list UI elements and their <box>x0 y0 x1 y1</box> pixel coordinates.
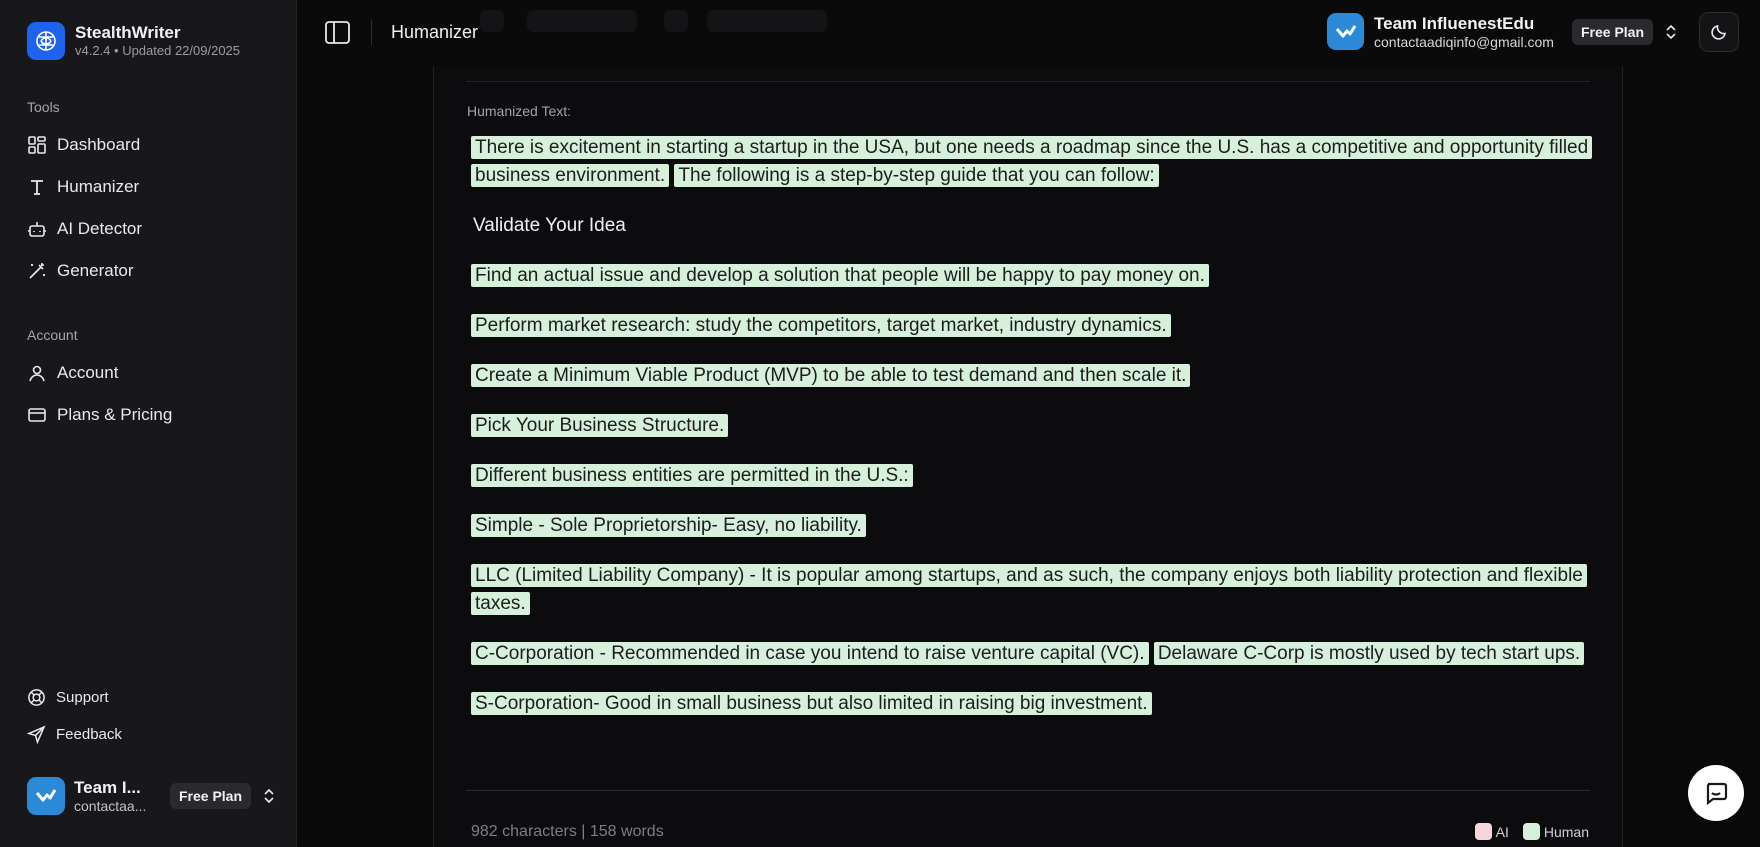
human-highlight-segment: LLC (Limited Liability Company) - It is … <box>471 564 1587 615</box>
faded-icon <box>664 10 688 32</box>
sidebar-user-email: contactaa... <box>74 797 147 814</box>
page-title: Humanizer <box>391 22 479 42</box>
team-avatar <box>1327 13 1364 50</box>
divider <box>466 81 1590 82</box>
sidebar: StealthWriter v4.2.4 • Updated 22/09/202… <box>0 0 297 847</box>
divider <box>466 790 1590 791</box>
text-paragraph: Create a Minimum Viable Product (MVP) to… <box>471 362 1591 390</box>
chat-support-button[interactable] <box>1688 765 1744 821</box>
faded-icon <box>480 10 504 32</box>
moon-icon <box>1711 25 1726 40</box>
legend-label: AI <box>1495 823 1509 840</box>
sidebar-item-label: Account <box>57 363 119 382</box>
human-highlight-segment: Delaware C-Corp is mostly used by tech s… <box>1153 642 1585 665</box>
header-user-email: contactaadiqinfo@gmail.com <box>1374 33 1554 50</box>
chat-icon <box>1706 782 1728 806</box>
header-user-name: Team InfluenestEdu <box>1374 13 1535 33</box>
human-highlight-segment: Create a Minimum Viable Product (MVP) to… <box>471 364 1191 387</box>
human-highlight-segment: Perform market research: study the compe… <box>471 314 1171 337</box>
feedback-link[interactable]: Feedback <box>27 725 122 744</box>
text-paragraph: Find an actual issue and develop a solut… <box>471 262 1591 290</box>
sidebar-item-label: Humanizer <box>57 177 140 196</box>
text-paragraph: S-Corporation- Good in small business bu… <box>471 690 1591 718</box>
text-paragraph: Different business entities are permitte… <box>471 462 1591 490</box>
header-user-switcher[interactable]: Team InfluenestEdu contactaadiqinfo@gmai… <box>1327 13 1679 50</box>
human-highlight-segment: S-Corporation- Good in small business bu… <box>471 692 1152 715</box>
brand[interactable]: StealthWriter v4.2.4 • Updated 22/09/202… <box>27 22 240 60</box>
chevrons-up-down-icon <box>1666 24 1676 39</box>
legend-item-human: Human <box>1522 823 1589 840</box>
text-paragraph: Perform market research: study the compe… <box>471 312 1591 340</box>
app-version: v4.2.4 • Updated 22/09/2025 <box>75 43 241 58</box>
sidebar-item-label: AI Detector <box>57 219 143 238</box>
bot-icon <box>28 222 46 237</box>
sidebar-user-switcher[interactable]: Team I... contactaa... Free Plan <box>27 777 277 815</box>
lifebuoy-icon <box>28 689 45 706</box>
human-highlight-segment: Find an actual issue and develop a solut… <box>471 264 1209 287</box>
send-icon <box>27 725 46 744</box>
user-icon <box>29 365 45 382</box>
sidebar-item-label: Generator <box>57 261 134 280</box>
sidebar-user-name: Team I... <box>74 777 141 797</box>
legend-swatch-ai <box>1474 823 1492 840</box>
human-highlight-segment: C-Corporation - Recommended in case you … <box>471 642 1149 665</box>
app-name: StealthWriter <box>75 23 181 42</box>
support-link[interactable]: Support <box>27 688 109 707</box>
highlight-legend: AI Human <box>1461 823 1589 840</box>
tools-section-label: Tools <box>27 99 60 115</box>
theme-toggle-button[interactable] <box>1699 12 1739 52</box>
support-label: Support <box>56 689 109 706</box>
brand-logo-icon <box>27 22 65 60</box>
section-heading: Validate Your Idea <box>473 215 626 236</box>
wand-icon <box>29 263 45 279</box>
dashboard-icon <box>28 136 46 154</box>
legend-label: Human <box>1543 823 1589 840</box>
text-paragraph: There is excitement in starting a startu… <box>471 134 1593 190</box>
text-paragraph: Simple - Sole Proprietorship- Easy, no l… <box>471 512 1591 540</box>
sidebar-item-ai-detector[interactable]: AI Detector <box>27 216 142 242</box>
sidebar-item-plans-pricing[interactable]: Plans & Pricing <box>27 402 172 428</box>
text-stats: 982 characters | 158 words <box>471 823 664 840</box>
legend-item-ai: AI <box>1474 823 1509 840</box>
text-paragraph: LLC (Limited Liability Company) - It is … <box>471 562 1591 618</box>
feedback-label: Feedback <box>56 726 122 743</box>
sidebar-item-dashboard[interactable]: Dashboard <box>27 132 140 158</box>
humanized-output-panel: Humanized Text: There is excitement in s… <box>433 66 1623 847</box>
humanized-text-content[interactable]: There is excitement in starting a startu… <box>471 134 1593 740</box>
chevrons-up-down-icon <box>264 788 274 804</box>
human-highlight-segment: Simple - Sole Proprietorship- Easy, no l… <box>471 514 866 537</box>
faded-item <box>707 10 827 32</box>
sidebar-item-account[interactable]: Account <box>27 360 118 386</box>
text-icon <box>31 180 43 195</box>
account-section-label: Account <box>27 327 78 343</box>
human-highlight-segment: The following is a step-by-step guide th… <box>674 164 1159 187</box>
text-paragraph: Pick Your Business Structure. <box>471 412 1591 440</box>
faded-item <box>527 10 637 32</box>
team-avatar <box>27 777 65 815</box>
human-highlight-segment: Pick Your Business Structure. <box>471 414 729 437</box>
top-bar: Humanizer Team InfluenestEdu contactaadi… <box>297 0 1760 66</box>
sidebar-toggle-icon[interactable] <box>324 19 351 46</box>
sidebar-item-generator[interactable]: Generator <box>27 258 134 284</box>
divider <box>371 20 372 45</box>
human-highlight-segment: Different business entities are permitte… <box>471 464 913 487</box>
legend-swatch-human <box>1522 823 1540 840</box>
plan-badge: Free Plan <box>169 783 251 809</box>
sidebar-item-humanizer[interactable]: Humanizer <box>27 174 139 200</box>
sidebar-item-label: Dashboard <box>57 135 141 154</box>
humanized-text-label: Humanized Text: <box>467 103 572 119</box>
card-icon <box>28 408 46 422</box>
sidebar-item-label: Plans & Pricing <box>57 405 173 424</box>
text-paragraph: C-Corporation - Recommended in case you … <box>471 640 1591 668</box>
plan-badge: Free Plan <box>1571 18 1654 45</box>
